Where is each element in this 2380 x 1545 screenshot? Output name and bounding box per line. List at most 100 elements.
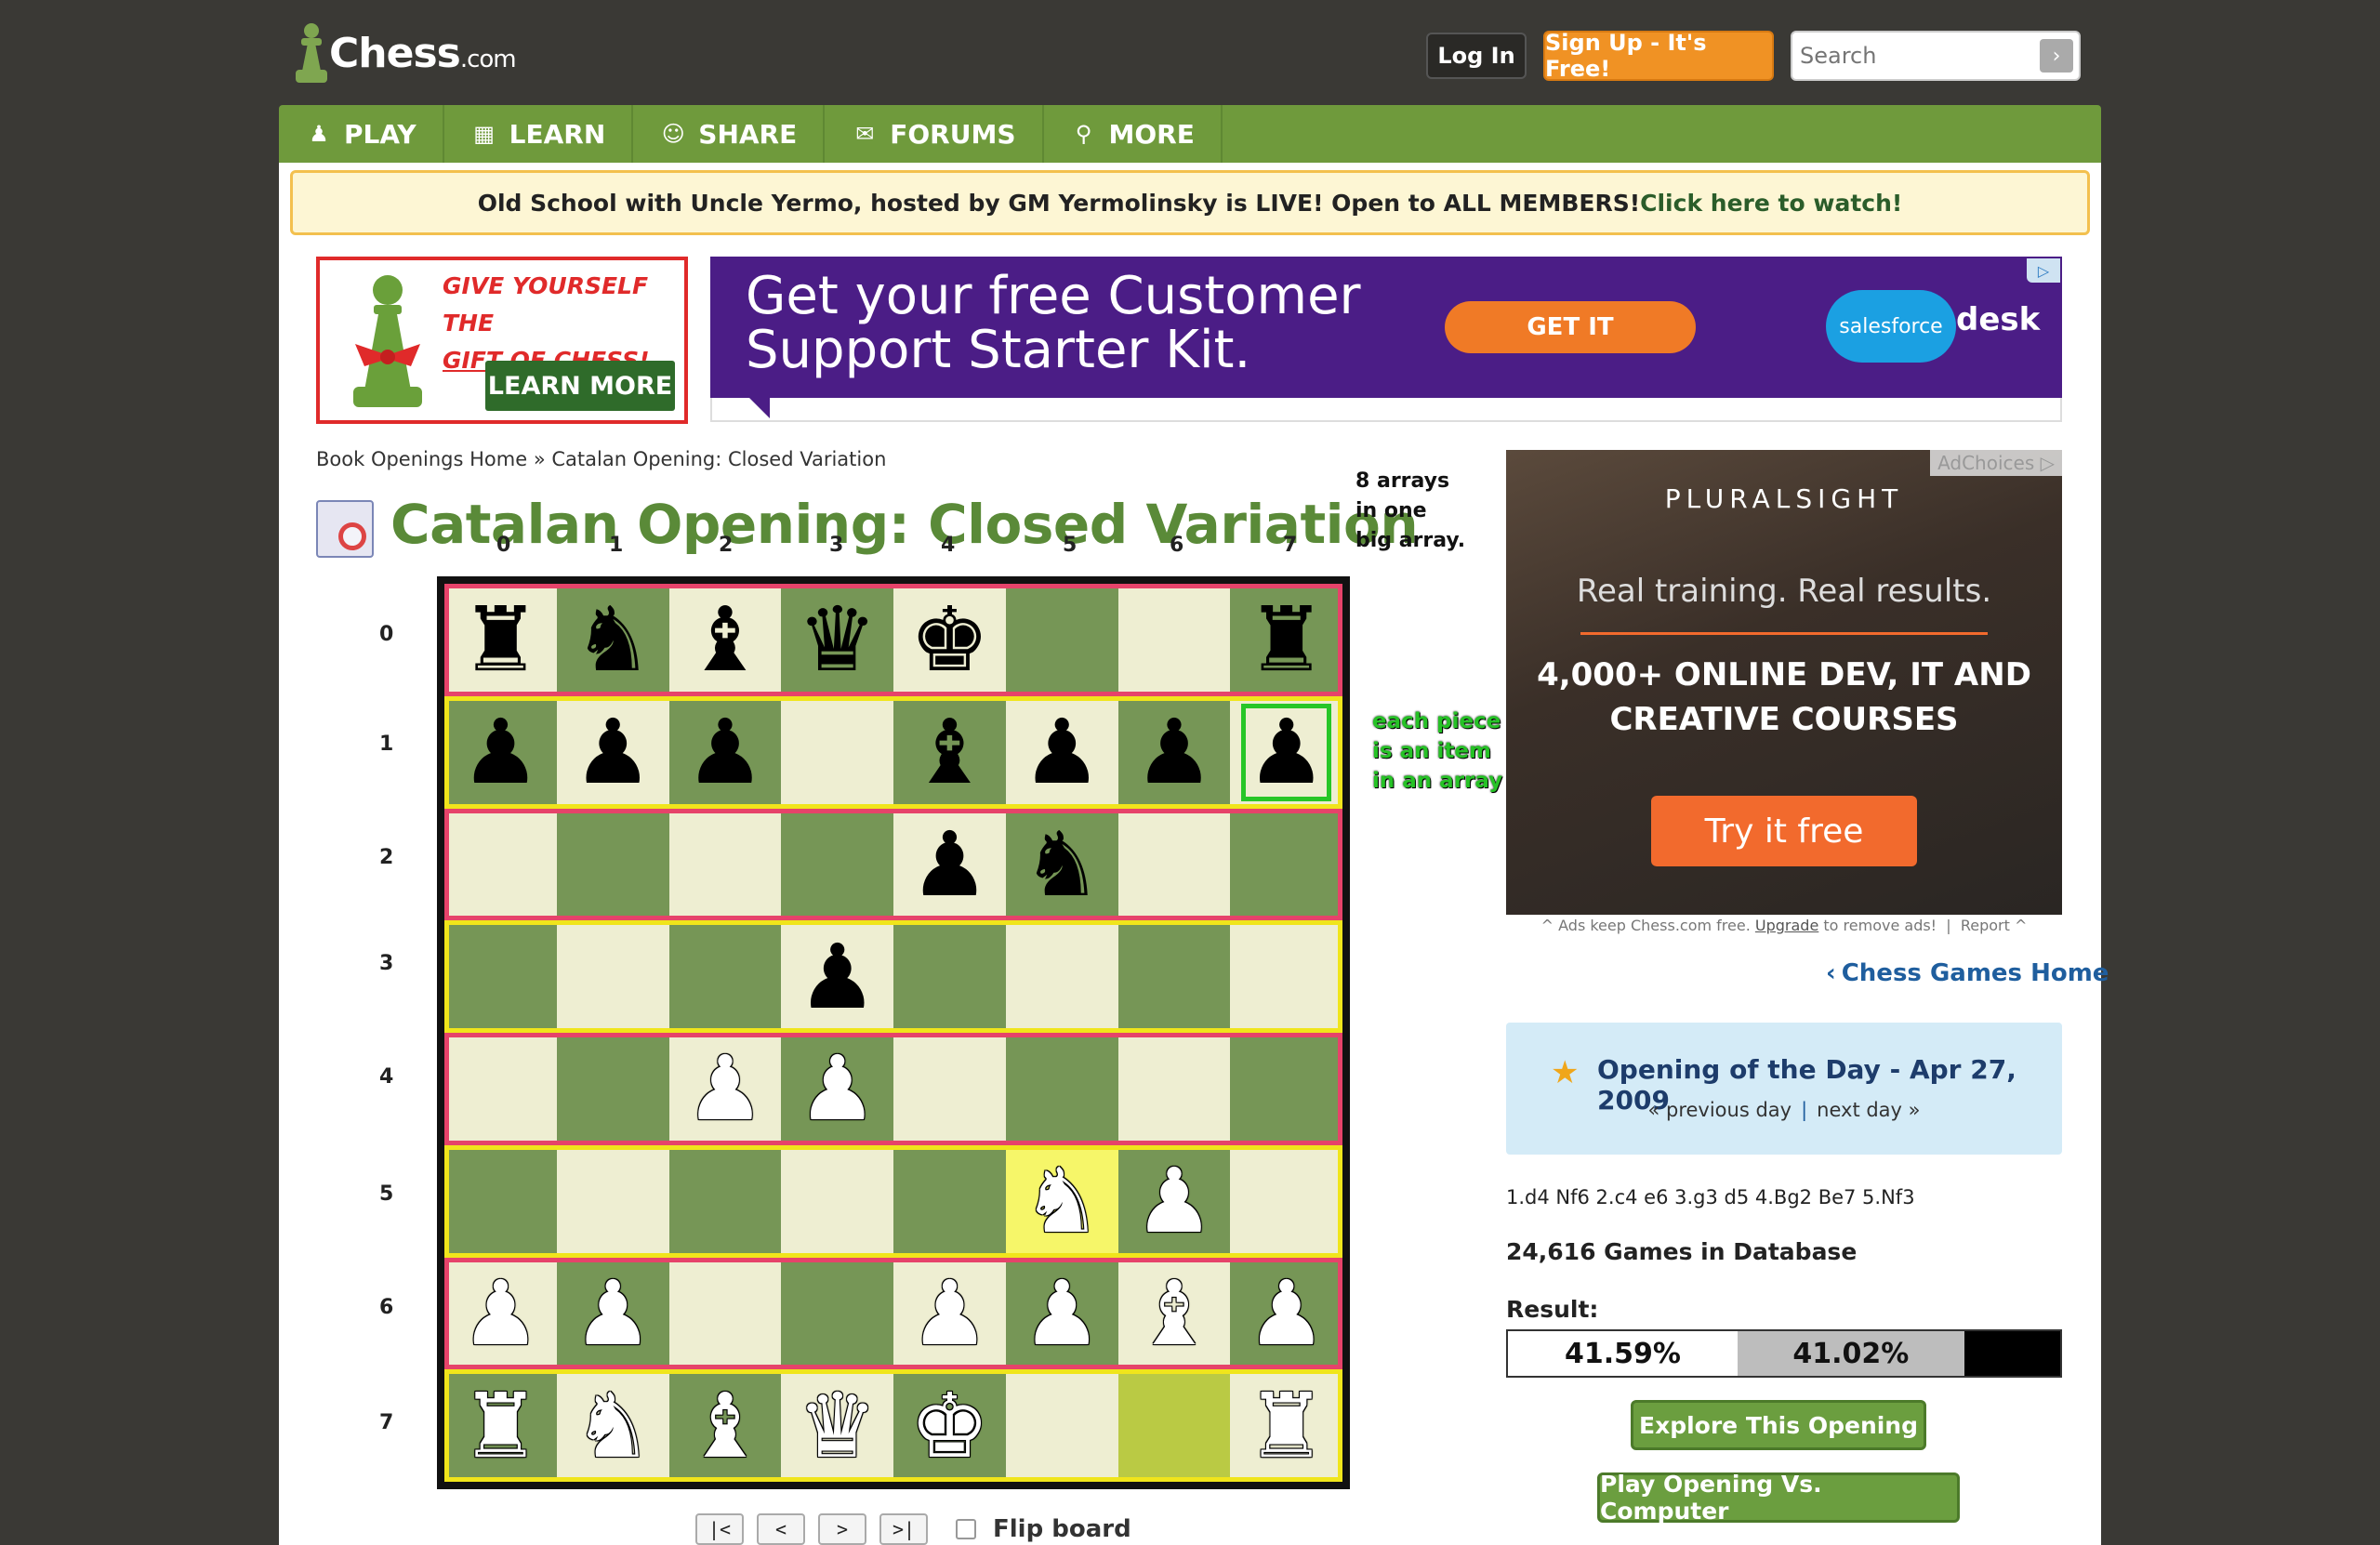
black-pawn-icon[interactable]: ♟ (460, 707, 540, 797)
board-square[interactable]: ♝ (893, 695, 1006, 809)
board-square[interactable]: ♜ (444, 1369, 557, 1482)
board-square[interactable] (556, 808, 669, 921)
white-bishop-icon[interactable]: ♝ (685, 1381, 765, 1471)
board-square[interactable] (1117, 808, 1231, 921)
adchoices-icon[interactable]: ▷ (2027, 258, 2060, 283)
board-square[interactable]: ♛ (781, 1369, 893, 1482)
board-square[interactable] (781, 1144, 893, 1258)
black-bishop-icon[interactable]: ♝ (909, 707, 989, 797)
last-move-button[interactable]: >| (879, 1513, 928, 1545)
black-pawn-icon[interactable]: ♟ (685, 707, 765, 797)
board-square[interactable] (893, 1033, 1006, 1145)
board-square[interactable] (556, 1033, 669, 1145)
board-square[interactable] (1230, 1033, 1342, 1145)
signup-button[interactable]: Sign Up - It's Free! (1543, 30, 1774, 82)
flip-board-checkbox[interactable] (956, 1519, 976, 1539)
prev-move-button[interactable]: < (757, 1513, 805, 1545)
black-rook-icon[interactable]: ♜ (460, 595, 540, 684)
white-king-icon[interactable]: ♚ (909, 1381, 989, 1471)
flip-board-toggle[interactable]: Flip board (956, 1515, 1131, 1543)
board-square[interactable] (781, 695, 893, 809)
try-free-button[interactable]: Try it free (1651, 796, 1917, 866)
board-square[interactable] (1005, 584, 1118, 696)
board-square[interactable]: ♞ (1005, 808, 1118, 921)
board-square[interactable] (893, 920, 1006, 1033)
black-pawn-icon[interactable]: ♟ (909, 820, 989, 909)
board-square[interactable] (1230, 1144, 1342, 1258)
explore-opening-button[interactable]: Explore This Opening (1631, 1400, 1926, 1450)
black-pawn-icon[interactable]: ♟ (573, 707, 653, 797)
board-square[interactable]: ♟ (444, 1257, 557, 1370)
board-square[interactable] (781, 808, 893, 921)
black-knight-icon[interactable]: ♞ (1022, 820, 1102, 909)
black-knight-icon[interactable]: ♞ (573, 595, 653, 684)
white-queen-icon[interactable]: ♛ (798, 1381, 878, 1471)
black-king-icon[interactable]: ♚ (909, 595, 989, 684)
upgrade-link[interactable]: Upgrade (1755, 917, 1818, 934)
board-square[interactable]: ♟ (556, 1257, 669, 1370)
board-square[interactable]: ♚ (893, 584, 1006, 696)
board-square[interactable]: ♞ (556, 584, 669, 696)
black-bishop-icon[interactable]: ♝ (685, 595, 765, 684)
board-square[interactable] (1230, 920, 1342, 1033)
next-day-link[interactable]: next day » (1817, 1099, 1920, 1121)
white-rook-icon[interactable]: ♜ (1247, 1381, 1327, 1471)
report-link[interactable]: Report ^ (1961, 917, 2028, 934)
board-square[interactable]: ♜ (1230, 584, 1342, 696)
board-square[interactable]: ♟ (556, 695, 669, 809)
board-square[interactable] (444, 1144, 557, 1258)
white-pawn-icon[interactable]: ♟ (1022, 1269, 1102, 1358)
board-square[interactable]: ♝ (1117, 1257, 1231, 1370)
search-input[interactable] (1792, 43, 2034, 69)
board-square[interactable] (1005, 920, 1118, 1033)
white-pawn-icon[interactable]: ♟ (685, 1044, 765, 1133)
board-square[interactable] (444, 920, 557, 1033)
white-knight-icon[interactable]: ♞ (1022, 1156, 1102, 1246)
pluralsight-ad[interactable]: AdChoices ▷ PLURALSIGHT Real training. R… (1506, 450, 2062, 915)
board-square[interactable] (556, 1144, 669, 1258)
previous-day-link[interactable]: « previous day (1647, 1099, 1792, 1121)
black-pawn-icon[interactable]: ♟ (798, 932, 878, 1022)
learn-more-button[interactable]: LEARN MORE (485, 361, 675, 411)
black-queen-icon[interactable]: ♛ (798, 595, 878, 684)
board-square[interactable]: ♜ (444, 584, 557, 696)
board-square[interactable]: ♟ (1230, 695, 1342, 809)
white-pawn-icon[interactable]: ♟ (798, 1044, 878, 1133)
board-square[interactable]: ♟ (781, 1033, 893, 1145)
board-square[interactable]: ♟ (893, 1257, 1006, 1370)
board-square[interactable]: ♟ (444, 695, 557, 809)
first-move-button[interactable]: |< (695, 1513, 744, 1545)
board-square[interactable]: ♝ (668, 584, 782, 696)
board-square[interactable]: ♛ (781, 584, 893, 696)
white-rook-icon[interactable]: ♜ (460, 1381, 540, 1471)
board-square[interactable] (1117, 920, 1231, 1033)
chess-games-home-link[interactable]: ‹ Chess Games Home (1826, 959, 2109, 987)
board-square[interactable] (668, 1144, 782, 1258)
nav-forums[interactable]: ✉ FORUMS (825, 105, 1044, 163)
board-square[interactable]: ♟ (668, 1033, 782, 1145)
white-knight-icon[interactable]: ♞ (573, 1381, 653, 1471)
board-square[interactable] (444, 808, 557, 921)
board-square[interactable]: ♟ (1005, 1257, 1118, 1370)
board-square[interactable] (1117, 1033, 1231, 1145)
board-square[interactable] (1005, 1033, 1118, 1145)
nav-learn[interactable]: ▦ LEARN (444, 105, 634, 163)
next-move-button[interactable]: > (818, 1513, 866, 1545)
nav-play[interactable]: ♟ PLAY (279, 105, 444, 163)
white-pawn-icon[interactable]: ♟ (909, 1269, 989, 1358)
get-it-button[interactable]: GET IT (1445, 301, 1696, 353)
gift-ad[interactable]: GIVE YOURSELF THE GIFT OF CHESS! LEARN M… (316, 257, 688, 424)
board-square[interactable]: ♚ (893, 1369, 1006, 1482)
board-square[interactable] (668, 1257, 782, 1370)
board-square[interactable]: ♜ (1230, 1369, 1342, 1482)
board-square[interactable] (1117, 584, 1231, 696)
white-pawn-icon[interactable]: ♟ (460, 1269, 540, 1358)
board-square[interactable] (1230, 808, 1342, 921)
board-square[interactable]: ♟ (1005, 695, 1118, 809)
board-square[interactable] (668, 808, 782, 921)
black-pawn-icon[interactable]: ♟ (1247, 707, 1327, 797)
login-button[interactable]: Log In (1426, 33, 1527, 79)
board-square[interactable]: ♝ (668, 1369, 782, 1482)
board-square[interactable]: ♟ (1230, 1257, 1342, 1370)
play-opening-vs-computer-button[interactable]: Play Opening Vs. Computer (1597, 1471, 1960, 1525)
